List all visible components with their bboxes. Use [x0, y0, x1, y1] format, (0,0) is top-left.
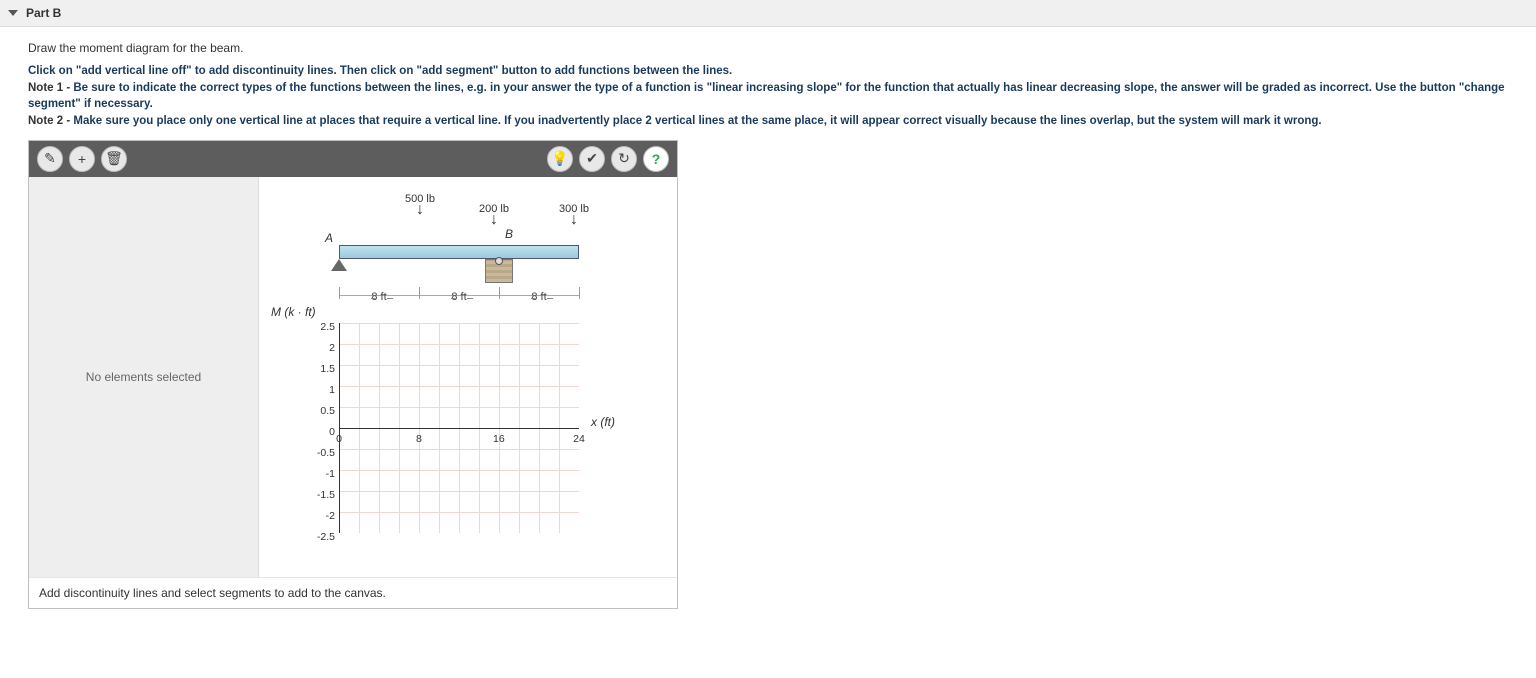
beam-bar: [339, 245, 579, 259]
note1-text: Be sure to indicate the correct types of…: [28, 82, 1505, 111]
dim-tick: [579, 287, 580, 299]
arrow-down-icon: ↓: [490, 211, 498, 228]
xtick: 16: [493, 433, 505, 445]
load-500: 500 lb↓: [405, 193, 435, 217]
delete-button[interactable]: 🗑: [101, 146, 127, 172]
selection-empty-text: No elements selected: [86, 370, 201, 384]
ytick: -2: [307, 506, 335, 527]
status-bar: Add discontinuity lines and select segme…: [29, 577, 677, 608]
ytick: 0.5: [307, 401, 335, 422]
check-button[interactable]: ✔: [579, 146, 605, 172]
arrow-down-icon: ↓: [416, 201, 424, 218]
workspace: No elements selected A B 500 lb↓ 200 lb↓…: [29, 177, 677, 577]
ytick: 2: [307, 338, 335, 359]
instructions-block: Click on "add vertical line off" to add …: [28, 63, 1508, 130]
xtick: 8: [416, 433, 422, 445]
selection-pane: No elements selected: [29, 177, 259, 577]
section-title: Part B: [26, 6, 61, 20]
note2-text: Make sure you place only one vertical li…: [73, 115, 1321, 127]
beam-figure: A B 500 lb↓ 200 lb↓ 300 lb↓: [319, 187, 667, 317]
hint-button[interactable]: 💡: [547, 146, 573, 172]
draw-tool-button[interactable]: ✎: [37, 146, 63, 172]
drawing-panel: ✎ + 🗑 💡 ✔ ↻ ? No elements selected A B 5…: [28, 140, 678, 609]
point-b-label: B: [505, 227, 513, 241]
caret-down-icon: [8, 10, 18, 16]
content-body: Draw the moment diagram for the beam. Cl…: [0, 27, 1536, 619]
toolbar: ✎ + 🗑 💡 ✔ ↻ ?: [29, 141, 677, 177]
roller-pin-icon: [495, 257, 503, 265]
point-a-label: A: [325, 231, 333, 245]
canvas-pane[interactable]: A B 500 lb↓ 200 lb↓ 300 lb↓: [259, 177, 677, 577]
x-axis-label: x (ft): [591, 415, 615, 429]
ytick: -0.5: [307, 443, 335, 464]
arrow-down-icon: ↓: [570, 211, 578, 228]
help-button[interactable]: ?: [643, 146, 669, 172]
ytick: -1.5: [307, 485, 335, 506]
xtick: 24: [573, 433, 585, 445]
reset-button[interactable]: ↻: [611, 146, 637, 172]
ytick: 1: [307, 380, 335, 401]
y-ticks: 2.5 2 1.5 1 0.5 0 -0.5 -1 -1.5 -2 -2.5: [307, 317, 335, 548]
xtick: 0: [336, 433, 342, 445]
dim-1: 8 ft: [339, 291, 419, 303]
note1-label: Note 1 -: [28, 82, 73, 94]
question-prompt: Draw the moment diagram for the beam.: [28, 41, 1508, 55]
dim-3: 8 ft: [499, 291, 579, 303]
load-300: 300 lb↓: [559, 203, 589, 227]
pin-support-icon: [331, 259, 347, 271]
dimension-row: 8 ft 8 ft 8 ft: [339, 291, 579, 303]
dim-2: 8 ft: [419, 291, 499, 303]
ytick: -1: [307, 464, 335, 485]
add-button[interactable]: +: [69, 146, 95, 172]
load-200: 200 lb↓: [479, 203, 509, 227]
x-axis: [339, 428, 579, 429]
note2-label: Note 2 -: [28, 115, 73, 127]
ytick: -2.5: [307, 527, 335, 548]
ytick: 1.5: [307, 359, 335, 380]
section-header[interactable]: Part B: [0, 0, 1536, 27]
chart-grid[interactable]: 2.5 2 1.5 1 0.5 0 -0.5 -1 -1.5 -2 -2.5: [339, 323, 579, 533]
ytick: 2.5: [307, 317, 335, 338]
instruction-line1: Click on "add vertical line off" to add …: [28, 65, 732, 77]
moment-chart[interactable]: M (k · ft) 2.5 2 1.5 1 0.5 0 -0.5: [319, 323, 667, 533]
ytick: 0: [307, 422, 335, 443]
